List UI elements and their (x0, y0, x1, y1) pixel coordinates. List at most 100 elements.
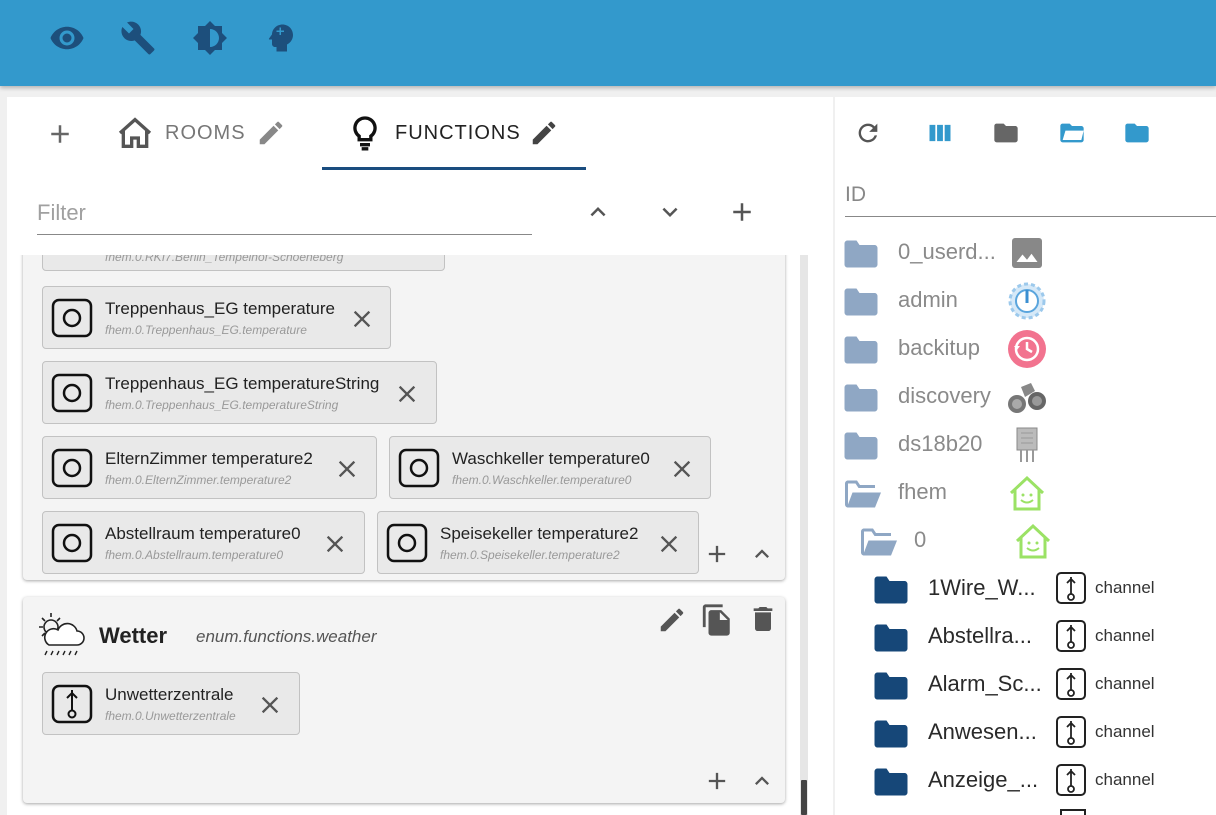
scrollbar[interactable] (800, 255, 808, 815)
member-chip[interactable]: Treppenhaus_EG temperatureString fhem.0.… (42, 361, 437, 424)
enum-list[interactable]: fhem.0.RKI7.Berlin_Tempelhof-Schoeneberg… (7, 255, 833, 815)
channel-icon (1056, 764, 1086, 796)
remove-member-icon[interactable] (333, 455, 361, 483)
member-chip[interactable]: Waschkeller temperature0 fhem.0.Waschkel… (389, 436, 711, 499)
collapse-card-icon[interactable] (748, 767, 776, 795)
expand-all-button[interactable] (655, 197, 685, 227)
id-column-label: ID (845, 183, 866, 206)
tree-label: 1Wire_W... (928, 575, 1036, 600)
member-id: fhem.0.Treppenhaus_EG.temperatureString (105, 398, 339, 412)
tab-rooms[interactable]: ROOMS (115, 113, 286, 153)
scrollbar-thumb[interactable] (801, 780, 807, 815)
member-chip[interactable]: Abstellraum temperature0 fhem.0.Abstellr… (42, 511, 365, 574)
remove-member-icon[interactable] (393, 380, 421, 408)
backup-icon (1008, 330, 1046, 368)
remove-member-icon[interactable] (321, 530, 349, 558)
tree-row[interactable]: 1Wire_W... channel (835, 565, 1216, 613)
tree-role: channel (1095, 770, 1155, 789)
folder-icon[interactable] (992, 119, 1020, 147)
eye-icon[interactable] (49, 20, 85, 56)
member-chip[interactable]: Speisekeller temperature2 fhem.0.Speisek… (377, 511, 699, 574)
state-icon (51, 298, 93, 338)
tree-row[interactable]: backitup (835, 325, 1216, 373)
remove-member-icon[interactable] (655, 530, 683, 558)
enum-id: enum.functions.weather (196, 627, 377, 646)
member-chip[interactable]: fhem.0.RKI7.Berlin_Tempelhof-Schoeneberg (42, 255, 445, 271)
collapse-card-icon[interactable] (748, 540, 776, 568)
member-id: fhem.0.Treppenhaus_EG.temperature (105, 323, 307, 337)
tree-row[interactable]: Anwesen... channel (835, 709, 1216, 757)
partial-row (1060, 809, 1086, 815)
folder-icon (874, 624, 908, 652)
head-icon[interactable] (263, 20, 299, 56)
tree-row[interactable]: Alarm_Sc... channel (835, 661, 1216, 709)
tree-row[interactable]: fhem (835, 469, 1216, 517)
member-id: fhem.0.ElternZimmer.temperature2 (105, 473, 292, 487)
member-chip[interactable]: Unwetterzentrale fhem.0.Unwetterzentrale (42, 672, 300, 735)
tree-row[interactable]: Abstellra... channel (835, 613, 1216, 661)
filter-field[interactable] (37, 195, 532, 235)
member-title: Unwetterzentrale (105, 685, 234, 704)
id-column-header[interactable]: ID (845, 177, 1216, 217)
folder-blue-icon[interactable] (1123, 119, 1151, 147)
enum-card-temperature: fhem.0.RKI7.Berlin_Tempelhof-Schoeneberg… (23, 255, 785, 580)
tree-row[interactable]: admin (835, 277, 1216, 325)
member-title: Treppenhaus_EG temperature (105, 299, 335, 318)
edit-functions-icon[interactable] (529, 118, 559, 148)
house-icon (1015, 523, 1051, 559)
folder-icon (844, 432, 878, 460)
folder-icon (874, 672, 908, 700)
collapse-all-button[interactable] (583, 197, 613, 227)
tree-label: Anwesen... (928, 719, 1037, 744)
edit-rooms-icon[interactable] (256, 118, 286, 148)
tree-row[interactable]: 0 (835, 517, 1216, 565)
remove-member-icon[interactable] (668, 455, 696, 483)
folder-icon (874, 576, 908, 604)
columns-icon[interactable] (926, 119, 954, 147)
tree-row[interactable]: discovery (835, 373, 1216, 421)
folder-icon (844, 240, 878, 268)
member-id: fhem.0.RKI7.Berlin_Tempelhof-Schoeneberg (105, 255, 344, 264)
sensor-icon (1016, 427, 1038, 462)
tree-row[interactable]: 0_userd... (835, 229, 1216, 277)
tree-row[interactable]: ds18b20 (835, 421, 1216, 469)
app-bar (0, 0, 1216, 86)
member-title: ElternZimmer temperature2 (105, 449, 313, 468)
tree-label: fhem (898, 479, 947, 504)
add-member-icon[interactable] (703, 540, 731, 568)
tree-row[interactable]: Anzeige_... channel (835, 757, 1216, 805)
edit-icon[interactable] (657, 605, 687, 635)
channel-icon (1056, 716, 1086, 748)
tree-role: channel (1095, 578, 1155, 597)
member-chip[interactable]: Treppenhaus_EG temperature fhem.0.Treppe… (42, 286, 391, 349)
enums-panel: ROOMS FUNCTIONS fhem.0.RKI7. (7, 97, 833, 815)
state-icon (51, 523, 93, 563)
tree-label: 0_userd... (898, 239, 996, 264)
refresh-icon[interactable] (854, 119, 882, 147)
tab-functions[interactable]: FUNCTIONS (345, 113, 559, 153)
wrench-icon[interactable] (120, 20, 156, 56)
channel-icon (1056, 572, 1086, 604)
tree-label: backitup (898, 335, 980, 360)
add-member-icon[interactable] (703, 767, 731, 795)
tab-bar: ROOMS FUNCTIONS (7, 97, 833, 171)
tree-label: admin (898, 287, 958, 312)
delete-icon[interactable] (747, 603, 779, 635)
admin-icon (1008, 282, 1046, 320)
member-title: Waschkeller temperature0 (452, 449, 650, 468)
add-tab-button[interactable] (45, 119, 75, 149)
remove-member-icon[interactable] (256, 691, 284, 719)
copy-icon[interactable] (700, 603, 734, 637)
member-chip[interactable]: ElternZimmer temperature2 fhem.0.ElternZ… (42, 436, 377, 499)
remove-member-icon[interactable] (348, 305, 376, 333)
filter-input[interactable] (37, 195, 532, 231)
folder-icon (874, 768, 908, 796)
state-icon (51, 373, 93, 413)
folder-open-icon[interactable] (1058, 119, 1086, 147)
add-enum-button[interactable] (727, 197, 757, 227)
member-title: Treppenhaus_EG temperatureString (105, 374, 380, 393)
brightness-icon[interactable] (192, 20, 228, 56)
folder-open-icon (861, 528, 897, 556)
folder-icon (844, 336, 878, 364)
lightbulb-icon (345, 113, 385, 153)
